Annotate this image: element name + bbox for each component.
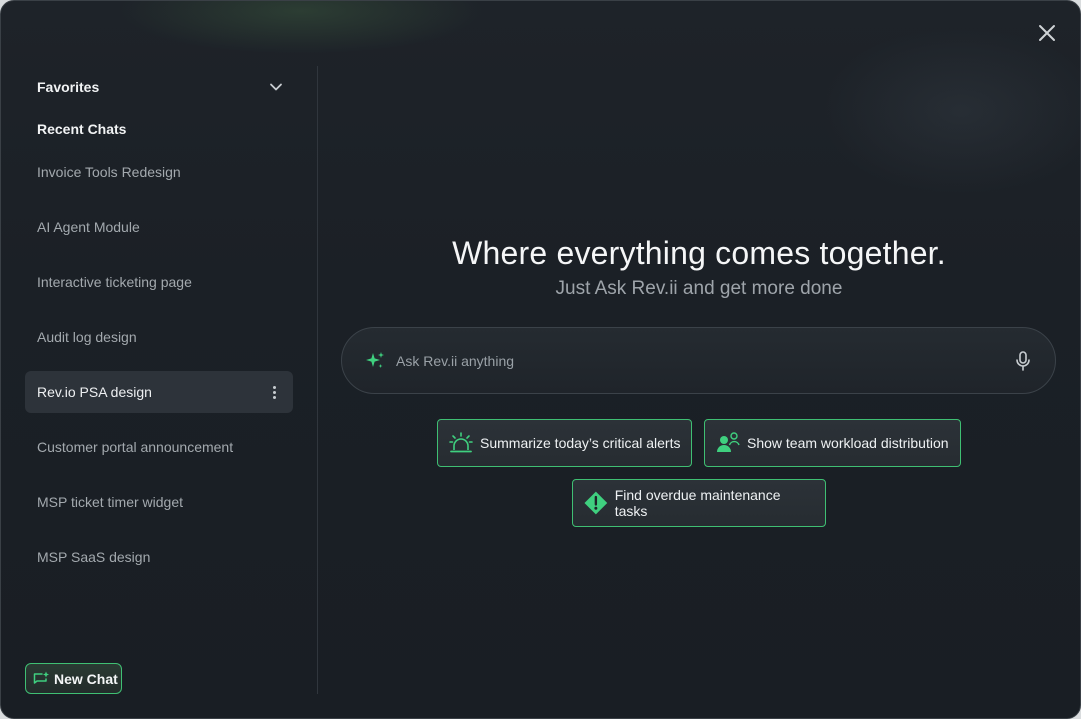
chat-item-audit-log-design[interactable]: Audit log design (25, 316, 293, 358)
chat-item-label: Interactive ticketing page (37, 274, 192, 290)
chat-item-invoice-tools-redesign[interactable]: Invoice Tools Redesign (25, 151, 293, 193)
search-bar (341, 327, 1056, 394)
chat-item-label: Rev.io PSA design (37, 384, 152, 400)
warning-icon (584, 491, 608, 515)
more-options-icon[interactable] (267, 383, 281, 401)
suggestion-label: Summarize today’s critical alerts (480, 435, 681, 451)
suggestion-label: Find overdue maintenance tasks (614, 487, 781, 519)
suggestion-overdue-maintenance[interactable]: Find overdue maintenance tasks (572, 479, 826, 527)
chat-item-msp-saas-design[interactable]: MSP SaaS design (25, 536, 293, 578)
alarm-icon (449, 432, 473, 453)
suggestion-label: Show team workload distribution (747, 435, 949, 451)
page-subtitle: Just Ask Rev.ii and get more done (555, 278, 843, 299)
chat-item-ai-agent-module[interactable]: AI Agent Module (25, 206, 293, 248)
suggestion-team-workload[interactable]: Show team workload distribution (704, 419, 961, 467)
suggestion-critical-alerts[interactable]: Summarize today’s critical alerts (437, 419, 692, 467)
chat-item-label: Customer portal announcement (37, 439, 234, 455)
chat-item-revio-psa-design[interactable]: Rev.io PSA design (25, 371, 293, 413)
sidebar: Favorites Recent Chats Invoice Tools Red… (1, 1, 317, 718)
recent-chats-title: Recent Chats (37, 121, 127, 137)
chat-item-label: Invoice Tools Redesign (37, 164, 181, 180)
page-title: Where everything comes together. (452, 235, 946, 271)
new-chat-label: New Chat (54, 670, 118, 687)
main-panel: Where everything comes together. Just As… (318, 1, 1080, 718)
chat-item-label: AI Agent Module (37, 219, 140, 235)
sparkle-icon (366, 351, 384, 368)
search-input[interactable] (394, 351, 1013, 370)
team-icon (717, 432, 740, 452)
chat-item-label: MSP ticket timer widget (37, 494, 184, 510)
chat-item-label: MSP SaaS design (37, 549, 151, 565)
assistant-window: Favorites Recent Chats Invoice Tools Red… (0, 0, 1081, 719)
new-chat-icon (33, 671, 49, 684)
chat-item-label: Audit log design (37, 329, 137, 345)
chat-item-interactive-ticketing-page[interactable]: Interactive ticketing page (25, 261, 293, 303)
favorites-toggle[interactable]: Favorites (37, 77, 283, 97)
favorites-title: Favorites (37, 79, 100, 95)
chevron-down-icon (270, 83, 282, 91)
microphone-icon[interactable] (1013, 350, 1033, 372)
chat-item-customer-portal-announcement[interactable]: Customer portal announcement (25, 426, 293, 468)
chat-item-msp-ticket-timer-widget[interactable]: MSP ticket timer widget (25, 481, 293, 523)
new-chat-button[interactable]: New Chat (25, 663, 122, 694)
